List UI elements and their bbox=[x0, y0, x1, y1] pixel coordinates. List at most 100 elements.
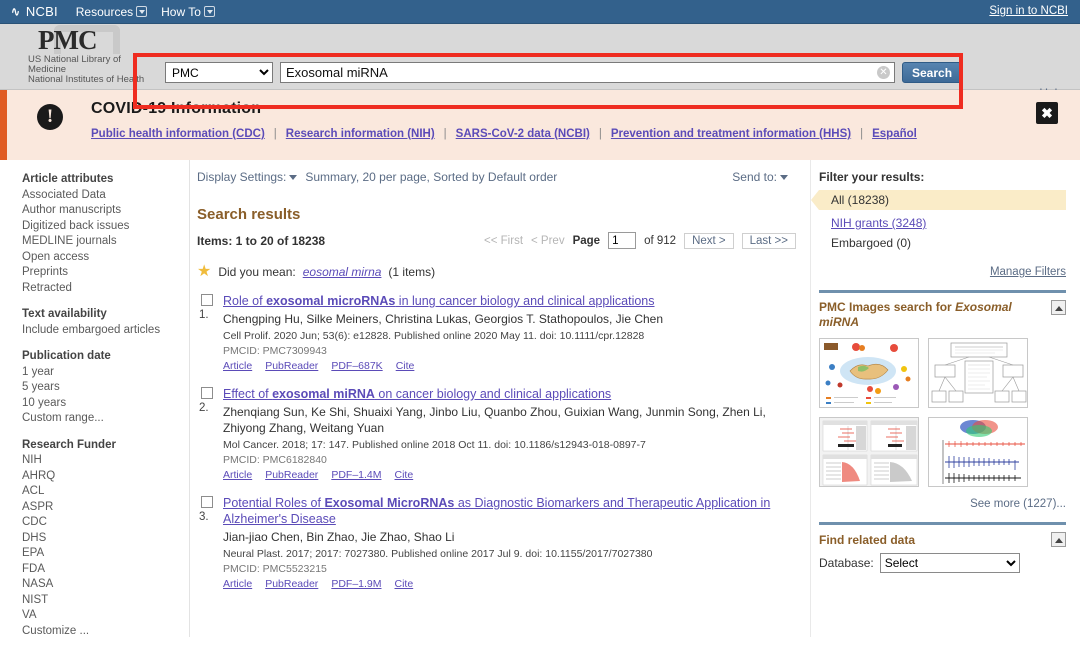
facet-ahrq[interactable]: AHRQ bbox=[22, 469, 189, 485]
facet-open-access[interactable]: Open access bbox=[22, 250, 189, 266]
pagination: << First < Prev Page of 912 Next > Last … bbox=[484, 232, 796, 249]
image-thumbnail[interactable] bbox=[928, 338, 1028, 408]
facet-aspr[interactable]: ASPR bbox=[22, 500, 189, 516]
display-settings-button[interactable]: Display Settings: bbox=[197, 170, 297, 184]
result-cite-link[interactable]: Cite bbox=[395, 469, 414, 481]
prev-page-button[interactable]: < Prev bbox=[531, 235, 565, 247]
first-page-button[interactable]: << First bbox=[484, 235, 523, 247]
result-checkbox[interactable] bbox=[201, 496, 213, 508]
covid-banner: ! COVID-19 Information Public health inf… bbox=[0, 90, 1080, 160]
result-title-link[interactable]: Role of exosomal microRNAs in lung cance… bbox=[223, 293, 796, 309]
result-article-link[interactable]: Article bbox=[223, 578, 252, 590]
covid-link-cdc[interactable]: Public health information (CDC) bbox=[91, 128, 265, 140]
facet-nist[interactable]: NIST bbox=[22, 593, 189, 609]
link-separator: | bbox=[599, 128, 602, 140]
result-checkbox[interactable] bbox=[201, 387, 213, 399]
facet-dhs[interactable]: DHS bbox=[22, 531, 189, 547]
filter-nih-grants-link[interactable]: NIH grants (3248) bbox=[831, 216, 926, 230]
covid-link-hhs[interactable]: Prevention and treatment information (HH… bbox=[611, 128, 851, 140]
result-checkbox[interactable] bbox=[201, 294, 213, 306]
covid-link-ncbi[interactable]: SARS-CoV-2 data (NCBI) bbox=[456, 128, 590, 140]
link-separator: | bbox=[444, 128, 447, 140]
search-button[interactable]: Search bbox=[902, 62, 962, 83]
display-settings-label: Display Settings: bbox=[197, 170, 286, 184]
collapse-up-icon[interactable] bbox=[1051, 300, 1066, 315]
result-left: 2. bbox=[197, 386, 223, 481]
facet-retracted[interactable]: Retracted bbox=[22, 281, 189, 297]
last-page-button[interactable]: Last >> bbox=[742, 233, 796, 249]
result-title-link[interactable]: Potential Roles of Exosomal MicroRNAs as… bbox=[223, 495, 796, 527]
related-database-select[interactable]: Select bbox=[880, 553, 1020, 573]
collapse-up-icon[interactable] bbox=[1051, 532, 1066, 547]
result-pubreader-link[interactable]: PubReader bbox=[265, 578, 318, 590]
facet-author-manuscripts[interactable]: Author manuscripts bbox=[22, 203, 189, 219]
facet-customize[interactable]: Customize ... bbox=[22, 624, 189, 640]
menu-how-to-label: How To bbox=[161, 5, 201, 19]
menu-how-to[interactable]: How To bbox=[161, 5, 215, 19]
facet-preprints[interactable]: Preprints bbox=[22, 265, 189, 281]
search-input[interactable] bbox=[280, 62, 895, 83]
search-input-wrap: ✕ bbox=[280, 62, 895, 83]
image-thumbnail[interactable] bbox=[819, 417, 919, 487]
result-pdf-link[interactable]: PDF–1.9M bbox=[331, 578, 381, 590]
manage-filters-link[interactable]: Manage Filters bbox=[990, 266, 1066, 278]
facet-10-years[interactable]: 10 years bbox=[22, 396, 189, 412]
facet-medline-journals[interactable]: MEDLINE journals bbox=[22, 234, 189, 250]
send-to-button[interactable]: Send to: bbox=[732, 170, 788, 184]
facet-fda[interactable]: FDA bbox=[22, 562, 189, 578]
result-pubreader-link[interactable]: PubReader bbox=[265, 469, 318, 481]
result-number: 1. bbox=[199, 309, 223, 321]
ncbi-logo[interactable]: ∿ NCBI bbox=[10, 4, 58, 19]
sign-in-link[interactable]: Sign in to NCBI bbox=[989, 5, 1068, 17]
chevron-down-icon bbox=[289, 175, 297, 180]
image-thumbnail[interactable] bbox=[819, 338, 919, 408]
result-pdf-link[interactable]: PDF–1.4M bbox=[331, 469, 381, 481]
menu-resources[interactable]: Resources bbox=[76, 5, 147, 19]
facet-include-embargoed[interactable]: Include embargoed articles bbox=[22, 323, 189, 339]
result-item: 1. Role of exosomal microRNAs in lung ca… bbox=[197, 293, 796, 372]
did-you-mean-link[interactable]: eosomal mirna bbox=[303, 265, 382, 279]
page-number-input[interactable] bbox=[608, 232, 636, 249]
facet-acl[interactable]: ACL bbox=[22, 484, 189, 500]
thumbnail-graphic-forest-plots bbox=[820, 418, 919, 487]
did-you-mean-suffix: (1 items) bbox=[388, 265, 435, 279]
facet-5-years[interactable]: 5 years bbox=[22, 380, 189, 396]
facet-digitized-back-issues[interactable]: Digitized back issues bbox=[22, 219, 189, 235]
database-select[interactable]: PMC bbox=[165, 62, 273, 83]
result-article-link[interactable]: Article bbox=[223, 360, 252, 372]
covid-link-nih[interactable]: Research information (NIH) bbox=[286, 128, 435, 140]
close-icon[interactable]: ✖ bbox=[1036, 102, 1058, 124]
ncbi-logo-text: NCBI bbox=[26, 4, 58, 19]
result-pubreader-link[interactable]: PubReader bbox=[265, 360, 318, 372]
pmc-search-results-page: ∿ NCBI Resources How To Sign in to NCBI … bbox=[0, 0, 1080, 657]
see-more-link[interactable]: See more (1227)... bbox=[970, 498, 1066, 510]
spacer bbox=[22, 427, 189, 438]
display-row: Display Settings: Summary, 20 per page, … bbox=[197, 170, 796, 184]
result-pdf-link[interactable]: PDF–687K bbox=[331, 360, 382, 372]
image-thumbnail[interactable] bbox=[928, 417, 1028, 487]
facet-custom-range[interactable]: Custom range... bbox=[22, 411, 189, 427]
facet-nih[interactable]: NIH bbox=[22, 453, 189, 469]
facet-title: Article attributes bbox=[22, 172, 189, 188]
covid-link-espanol[interactable]: Español bbox=[872, 128, 917, 140]
facet-associated-data[interactable]: Associated Data bbox=[22, 188, 189, 204]
facet-group-text-availability: Text availability Include embargoed arti… bbox=[22, 307, 189, 338]
filter-all[interactable]: All (18238) bbox=[819, 190, 1066, 210]
facet-va[interactable]: VA bbox=[22, 608, 189, 624]
result-cite-link[interactable]: Cite bbox=[396, 360, 415, 372]
pmc-logo-block[interactable]: PMC US National Library of Medicine Nati… bbox=[28, 26, 178, 85]
find-related-data-title: Find related data bbox=[819, 533, 1051, 547]
facet-epa[interactable]: EPA bbox=[22, 546, 189, 562]
pmc-header: PMC US National Library of Medicine Nati… bbox=[0, 24, 1080, 90]
filter-results-title: Filter your results: bbox=[819, 170, 1066, 184]
next-page-button[interactable]: Next > bbox=[684, 233, 734, 249]
result-article-link[interactable]: Article bbox=[223, 469, 252, 481]
link-separator: | bbox=[860, 128, 863, 140]
facet-cdc[interactable]: CDC bbox=[22, 515, 189, 531]
filter-embargoed: Embargoed (0) bbox=[819, 236, 1066, 250]
facet-nasa[interactable]: NASA bbox=[22, 577, 189, 593]
facet-1-year[interactable]: 1 year bbox=[22, 365, 189, 381]
result-title-link[interactable]: Effect of exosomal miRNA on cancer biolo… bbox=[223, 386, 796, 402]
result-cite-link[interactable]: Cite bbox=[395, 578, 414, 590]
clear-search-icon[interactable]: ✕ bbox=[877, 66, 890, 79]
